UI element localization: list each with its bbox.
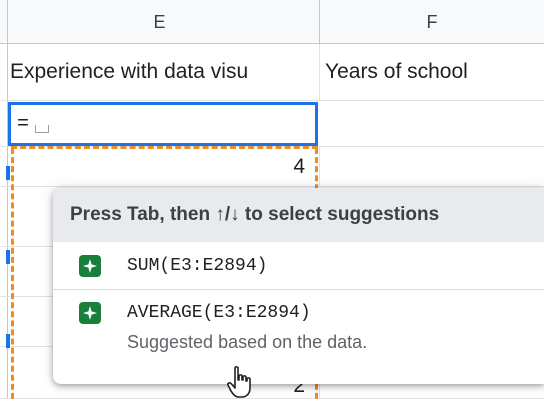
column-header-e[interactable]: E <box>0 0 320 44</box>
hand-pointer-icon <box>227 366 251 398</box>
space-marker-icon <box>35 125 50 133</box>
selection-marker <box>6 334 10 348</box>
cell-f3[interactable] <box>320 147 544 186</box>
cell-e1[interactable]: Experience with data visu <box>10 44 320 100</box>
cell-f2[interactable] <box>320 101 544 146</box>
column-header-f[interactable]: F <box>320 0 544 44</box>
popup-header: Press Tab, then ↑/↓ to select suggestion… <box>53 188 544 242</box>
column-header-row: E F <box>0 0 544 44</box>
table-row: 4 <box>0 147 544 187</box>
sparkle-icon <box>79 302 101 324</box>
table-row: Experience with data visu Years of schoo… <box>0 44 544 101</box>
formula-suggestions-popup: Press Tab, then ↑/↓ to select suggestion… <box>53 188 544 384</box>
suggestion-formula: SUM(E3:E2894) <box>127 255 268 276</box>
suggestion-average[interactable]: AVERAGE(E3:E2894) <box>53 290 544 336</box>
formula-input-text: = <box>17 112 30 136</box>
sparkle-icon <box>79 254 101 277</box>
selection-marker <box>6 166 10 180</box>
cell-e3[interactable]: 4 <box>10 147 320 186</box>
selection-marker <box>6 250 10 264</box>
suggestion-sum[interactable]: SUM(E3:E2894) <box>53 242 544 290</box>
range-highlight-left <box>11 148 14 399</box>
active-cell-editor[interactable]: = <box>8 102 318 146</box>
suggestion-formula: AVERAGE(E3:E2894) <box>127 303 311 323</box>
range-highlight-top <box>11 146 318 149</box>
cell-f1[interactable]: Years of school <box>320 44 544 100</box>
